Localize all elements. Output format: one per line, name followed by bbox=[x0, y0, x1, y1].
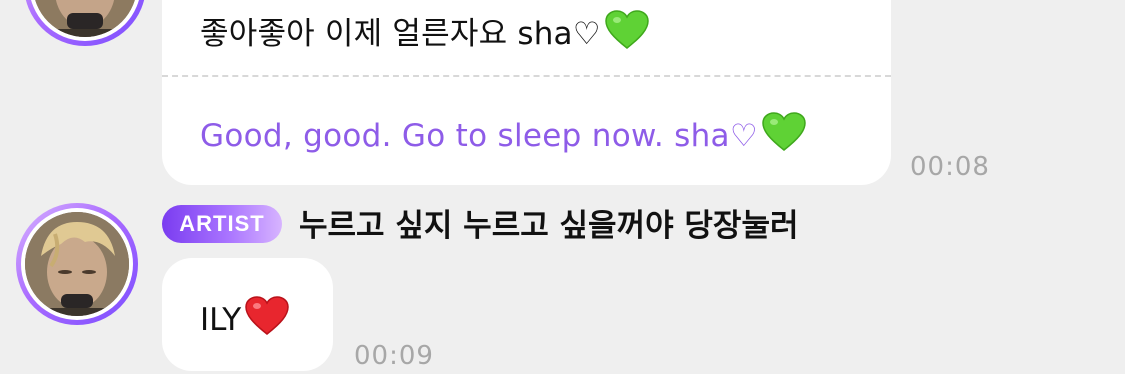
translation-divider bbox=[162, 75, 891, 77]
avatar-photo bbox=[25, 212, 129, 316]
message-timestamp: 00:09 bbox=[354, 341, 434, 371]
message-original-text: 좋아좋아 이제 얼른자요 sha♡ bbox=[200, 8, 649, 58]
artist-avatar[interactable] bbox=[16, 203, 138, 325]
avatar-frame bbox=[21, 208, 133, 320]
avatar-photo bbox=[33, 0, 137, 37]
green-heart-icon bbox=[762, 112, 806, 160]
message-timestamp: 00:08 bbox=[910, 152, 990, 182]
red-heart-icon bbox=[245, 296, 289, 344]
message-bubble[interactable]: ILY bbox=[162, 258, 333, 371]
avatar-photo-image bbox=[33, 0, 137, 37]
avatar[interactable] bbox=[24, 0, 146, 46]
avatar-frame bbox=[29, 0, 141, 41]
message-bubble[interactable]: 좋아좋아 이제 얼른자요 sha♡ Good, good. Go to slee… bbox=[162, 0, 891, 185]
green-heart-icon bbox=[604, 10, 649, 58]
sender-name[interactable]: 누르고 싶지 누르고 싶을꺼야 당장눌러 bbox=[299, 200, 799, 245]
message-translation-text: Good, good. Go to sleep now. sha♡ bbox=[200, 112, 806, 160]
avatar-photo-image bbox=[25, 212, 129, 316]
artist-badge: ARTIST bbox=[162, 205, 282, 243]
message-text: ILY bbox=[200, 296, 289, 344]
